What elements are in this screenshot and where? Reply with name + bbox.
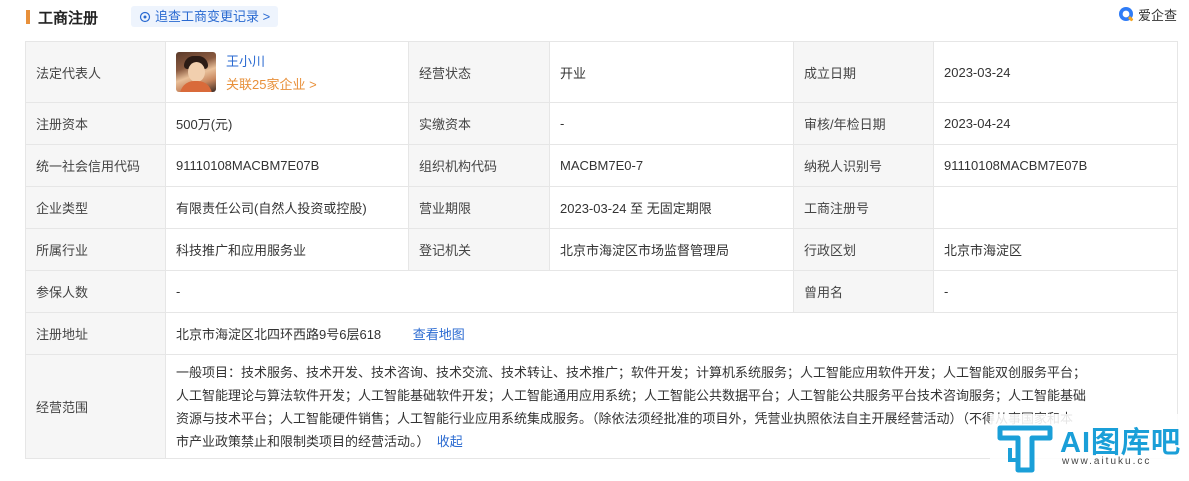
table-row: 法定代表人 王小川 关联25家企业 > 经营状态 开业 成立日期 2023-03…	[25, 41, 1178, 103]
credit-code-value: 91110108MACBM7E07B	[165, 144, 409, 187]
former-name-value: -	[933, 270, 1178, 313]
industry-value: 科技推广和应用服务业	[165, 228, 409, 271]
reg-capital-value: 500万(元)	[165, 102, 409, 145]
audit-date-value: 2023-04-24	[933, 102, 1178, 145]
brand-q-icon	[1118, 7, 1134, 22]
avatar[interactable]	[176, 52, 216, 92]
paid-capital-value: -	[549, 102, 794, 145]
target-icon	[139, 11, 151, 22]
reg-capital-label: 注册资本	[25, 102, 166, 145]
watermark-text: AI图库吧	[1060, 427, 1182, 459]
table-row: 企业类型 有限责任公司(自然人投资或控股) 营业期限 2023-03-24 至 …	[25, 186, 1178, 229]
section-title: 工商注册	[38, 10, 99, 27]
credit-code-label: 统一社会信用代码	[25, 144, 166, 187]
section-accent-bar	[26, 10, 30, 24]
scope-line: 一般项目：技术服务、技术开发、技术咨询、技术交流、技术转让、技术推广；软件开发；…	[176, 364, 1087, 380]
address-value: 北京市海淀区北四环西路9号6层618	[176, 327, 382, 342]
company-type-label: 企业类型	[25, 186, 166, 229]
address-cell: 北京市海淀区北四环西路9号6层618 查看地图	[165, 312, 1178, 355]
founded-value: 2023-03-24	[933, 41, 1178, 103]
founded-label: 成立日期	[793, 41, 934, 103]
business-term-value: 2023-03-24 至 无固定期限	[549, 186, 794, 229]
legal-rep-name[interactable]: 王小川	[226, 51, 317, 70]
view-map-link[interactable]: 查看地图	[413, 327, 465, 342]
scope-line: 人工智能理论与算法软件开发；人工智能基础软件开发；人工智能通用应用系统；人工智能…	[176, 387, 1087, 403]
track-changes-link[interactable]: 追查工商变更记录 >	[131, 6, 279, 27]
watermark-url: www.aituku.cc	[1062, 456, 1152, 467]
status-value: 开业	[549, 41, 794, 103]
business-term-label: 营业期限	[408, 186, 550, 229]
related-companies-link[interactable]: 关联25家企业 >	[226, 74, 317, 93]
tax-id-value: 91110108MACBM7E07B	[933, 144, 1178, 187]
table-row: 注册资本 500万(元) 实缴资本 - 审核/年检日期 2023-04-24	[25, 102, 1178, 145]
track-changes-label: 追查工商变更记录 >	[155, 9, 271, 24]
section-header: 工商注册 追查工商变更记录 > 爱企查	[0, 0, 1189, 36]
table-row: 参保人数 - 曾用名 -	[25, 270, 1178, 313]
scope-label: 经营范围	[25, 354, 166, 459]
tax-id-label: 纳税人识别号	[793, 144, 934, 187]
paid-capital-label: 实缴资本	[408, 102, 550, 145]
district-label: 行政区划	[793, 228, 934, 271]
table-row: 注册地址 北京市海淀区北四环西路9号6层618 查看地图	[25, 312, 1178, 355]
brand-logo: 爱企查	[1118, 5, 1177, 24]
address-label: 注册地址	[25, 312, 166, 355]
company-type-value: 有限责任公司(自然人投资或控股)	[165, 186, 409, 229]
legal-rep-label: 法定代表人	[25, 41, 166, 103]
audit-date-label: 审核/年检日期	[793, 102, 934, 145]
industry-label: 所属行业	[25, 228, 166, 271]
reg-number-label: 工商注册号	[793, 186, 934, 229]
watermark-logo-icon	[997, 425, 1053, 473]
district-value: 北京市海淀区	[933, 228, 1178, 271]
org-code-label: 组织机构代码	[408, 144, 550, 187]
business-registration-table: 法定代表人 王小川 关联25家企业 > 经营状态 开业 成立日期 2023-03…	[25, 41, 1178, 459]
insured-value: -	[165, 270, 794, 313]
legal-rep-cell: 王小川 关联25家企业 >	[165, 41, 409, 103]
watermark: AI图库吧 www.aituku.cc	[990, 414, 1189, 481]
table-row: 统一社会信用代码 91110108MACBM7E07B 组织机构代码 MACBM…	[25, 144, 1178, 187]
collapse-link[interactable]: 收起	[437, 434, 463, 449]
authority-value: 北京市海淀区市场监督管理局	[549, 228, 794, 271]
table-row: 所属行业 科技推广和应用服务业 登记机关 北京市海淀区市场监督管理局 行政区划 …	[25, 228, 1178, 271]
former-name-label: 曾用名	[793, 270, 934, 313]
org-code-value: MACBM7E0-7	[549, 144, 794, 187]
reg-number-value	[933, 186, 1178, 229]
brand-name: 爱企查	[1137, 8, 1177, 23]
authority-label: 登记机关	[408, 228, 550, 271]
insured-label: 参保人数	[25, 270, 166, 313]
status-label: 经营状态	[408, 41, 550, 103]
